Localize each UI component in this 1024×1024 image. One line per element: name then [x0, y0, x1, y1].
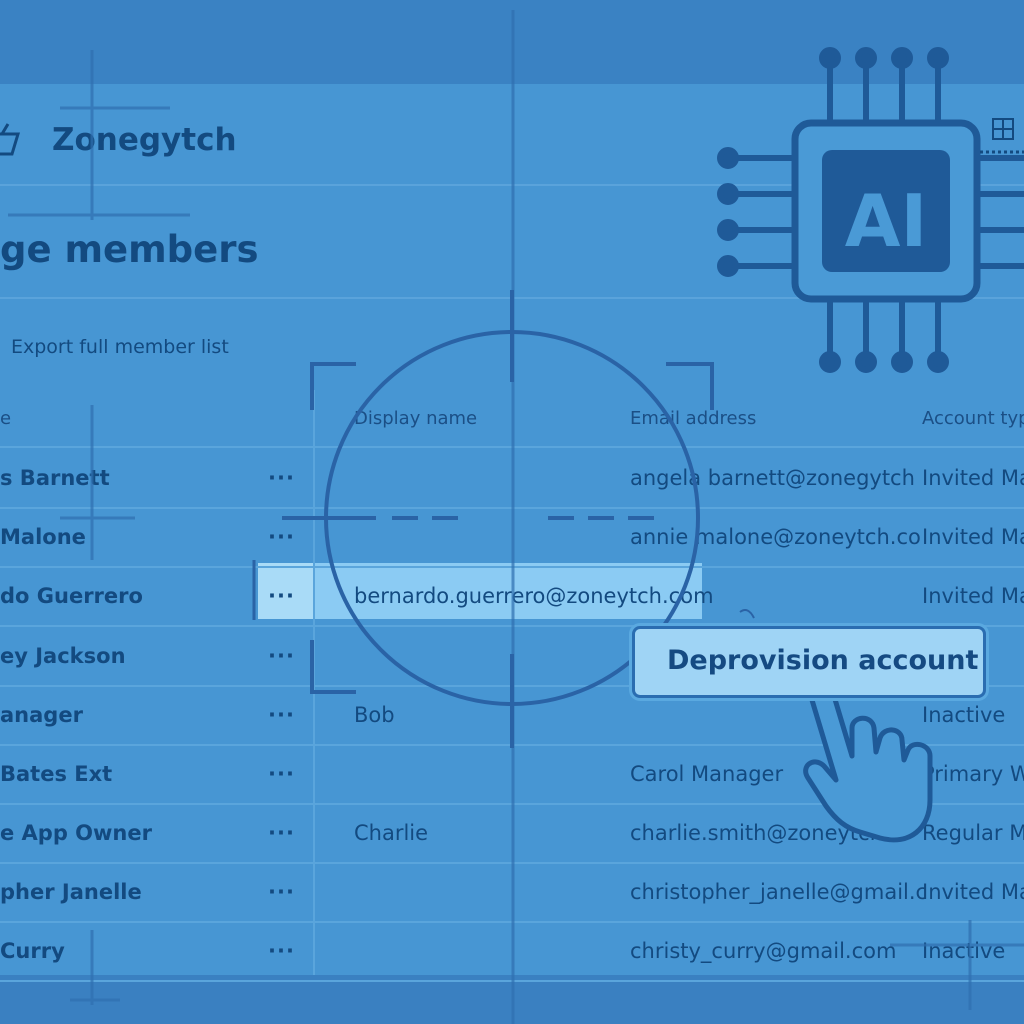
deprovision-account-menu-item[interactable]: Deprovision account	[632, 626, 986, 698]
member-name: Malone	[0, 525, 86, 549]
title-divider	[0, 297, 1024, 299]
display-name: bernardo.guerrero@zoneytch.com	[354, 584, 714, 608]
email-address: angela barnett@zonegytch	[630, 466, 915, 490]
row-menu-button[interactable]: ···	[268, 762, 295, 786]
email-address: christy_curry@gmail.com	[630, 939, 897, 963]
table-row[interactable]: e App Owner ··· Charlie charlie.smith@zo…	[0, 803, 1024, 864]
table-row[interactable]: Bates Ext ··· Carol Manager Primary W	[0, 744, 1024, 805]
table-row[interactable]: Curry ··· christy_curry@gmail.com Inacti…	[0, 921, 1024, 982]
page-title: ge members	[0, 228, 259, 271]
account-type: Invited Ma	[922, 525, 1024, 549]
email-address: Carol Manager	[630, 762, 784, 786]
export-member-list-link[interactable]: Export full member list	[11, 336, 229, 358]
header-divider	[0, 184, 1024, 186]
grid-icon[interactable]	[992, 118, 1014, 144]
account-type: Inactive	[922, 703, 1006, 727]
deprovision-account-label: Deprovision account	[667, 645, 979, 676]
email-address: christopher_janelle@gmail.c	[630, 880, 928, 904]
table-row[interactable]: pher Janelle ··· christopher_janelle@gma…	[0, 862, 1024, 923]
account-type: Inactive	[922, 939, 1006, 963]
row-menu-button[interactable]: ···	[268, 880, 295, 904]
row-menu-button[interactable]: ···	[268, 939, 295, 963]
email-address: charlie.smith@zoneytch	[630, 821, 884, 845]
member-name: anager	[0, 703, 83, 727]
member-name: ey Jackson	[0, 644, 126, 668]
account-type: Primary W	[922, 762, 1024, 786]
table-header: e Display name Email address Account typ	[0, 390, 1024, 448]
column-header-name[interactable]: e	[0, 408, 11, 429]
column-header-display-name[interactable]: Display name	[354, 408, 477, 429]
account-type: Invited Ma	[922, 466, 1024, 490]
member-name: pher Janelle	[0, 880, 142, 904]
table-row[interactable]: s Barnett ··· angela barnett@zonegytch I…	[0, 448, 1024, 509]
row-menu-button[interactable]: ···	[268, 644, 295, 668]
row-menu-button[interactable]: ···	[268, 821, 295, 845]
display-name: Charlie	[354, 821, 429, 845]
column-header-email[interactable]: Email address	[630, 408, 756, 429]
row-menu-button[interactable]: ···	[268, 703, 295, 727]
basket-icon	[0, 118, 24, 162]
member-name: Curry	[0, 939, 65, 963]
column-divider	[313, 390, 315, 975]
table-row-selected[interactable]: do Guerrero ··· bernardo.guerrero@zoneyt…	[0, 566, 1024, 627]
row-menu-button[interactable]: ···	[268, 584, 295, 608]
member-name: s Barnett	[0, 466, 110, 490]
member-name: Bates Ext	[0, 762, 113, 786]
table-row[interactable]: Malone ··· annie malone@zoneytch.co Invi…	[0, 507, 1024, 568]
row-menu-button[interactable]: ···	[268, 466, 295, 490]
member-name: do Guerrero	[0, 584, 143, 608]
member-name: e App Owner	[0, 821, 152, 845]
account-type: Invited Ma	[922, 880, 1024, 904]
account-type: Invited Ma	[922, 584, 1024, 608]
app-name[interactable]: Zonegytch	[52, 122, 237, 158]
bottom-band	[0, 975, 1024, 1024]
display-name: Bob	[354, 703, 395, 727]
column-header-account-type[interactable]: Account typ	[922, 408, 1024, 429]
row-menu-button[interactable]: ···	[268, 525, 295, 549]
account-type: Regular M	[922, 821, 1024, 845]
email-address: annie malone@zoneytch.co	[630, 525, 921, 549]
top-band	[0, 0, 1024, 84]
